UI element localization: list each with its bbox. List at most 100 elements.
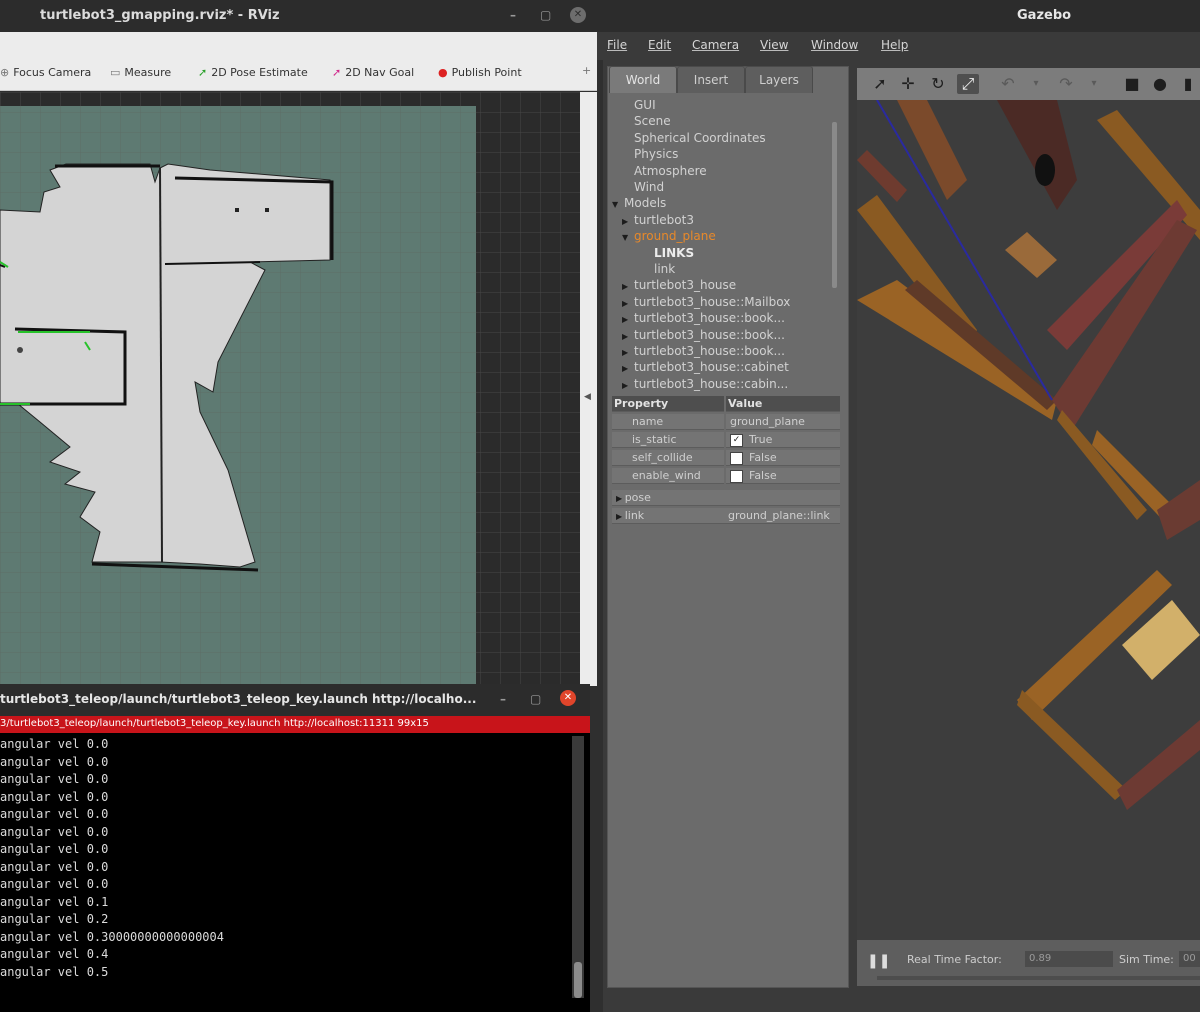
redo-icon[interactable]: ↷ [1055,74,1077,94]
tree-item[interactable]: ▶ turtlebot3_house::cabinet [622,360,789,374]
minimize-button[interactable]: – [510,8,516,22]
tree-item[interactable]: Physics [622,147,678,161]
property-checkbox[interactable] [730,469,743,483]
undo-dropdown-icon[interactable]: ▾ [1025,74,1047,94]
property-row[interactable]: self_collide False [612,450,840,467]
tree-item[interactable]: ▶ turtlebot3_house::book... [622,311,785,325]
expand-right-icon[interactable]: ▶ [622,348,634,357]
undo-icon[interactable]: ↶ [997,74,1019,94]
tool-label: Measure [124,66,172,79]
terminal-tab-bar: 3/turtlebot3_teleop/launch/turtlebot3_te… [0,716,590,733]
property-header: Property Value [612,396,840,413]
publish-point-tool[interactable]: ● Publish Point [438,66,522,79]
gazebo-3d-scene[interactable] [857,100,1200,940]
collapse-arrow-icon[interactable]: ◀ [584,392,591,402]
expand-right-icon[interactable]: ▶ [622,315,634,324]
house-model-render [857,100,1200,940]
tree-item[interactable]: Scene [622,114,671,128]
terminal-line: angular vel 0.2 [0,912,109,926]
tree-item[interactable]: ▶ turtlebot3_house::cabin... [622,377,788,391]
menu-window[interactable]: Window [811,38,858,52]
tree-item[interactable]: ▼ ground_plane [622,229,716,243]
tree-item[interactable]: ▶ turtlebot3_house::Mailbox [622,295,790,309]
tree-item[interactable]: Wind [622,180,664,194]
tree-item[interactable]: GUI [622,98,656,112]
property-row[interactable]: enable_wind False [612,468,840,485]
menu-help[interactable]: Help [881,38,908,52]
terminal-line: angular vel 0.0 [0,772,109,786]
terminal-line: angular vel 0.0 [0,737,109,751]
menu-camera[interactable]: Camera [692,38,739,52]
tree-item[interactable]: ▶ turtlebot3_house::book... [622,344,785,358]
tree-item[interactable]: ▶ turtlebot3_house [622,278,736,292]
scale-mode-icon[interactable]: ⤢ [957,74,979,94]
property-row[interactable]: name ground_plane [612,414,840,431]
menu-file[interactable]: File [607,38,627,52]
menu-edit[interactable]: Edit [648,38,671,52]
terminal-scrollbar[interactable] [572,736,584,998]
terminal-minimize-button[interactable]: – [500,692,506,706]
close-button[interactable]: ✕ [570,7,586,23]
tree-item[interactable]: ▶ turtlebot3_house::book... [622,328,785,342]
toolbar-overflow-icon[interactable]: + [582,64,591,77]
property-value-cell[interactable]: ground_plane [726,414,840,430]
tool-label: Publish Point [451,66,522,79]
expand-right-icon[interactable]: ▶ [622,282,634,291]
tab-insert[interactable]: Insert [677,66,745,93]
box-shape-icon[interactable]: ■ [1121,74,1143,94]
property-row[interactable]: ▶ pose [612,490,840,507]
menu-view[interactable]: View [760,38,788,52]
select-mode-icon[interactable]: ➚ [869,74,891,94]
property-row[interactable]: is_static ✓ True [612,432,840,449]
tree-item[interactable]: LINKS [642,246,694,260]
rotate-mode-icon[interactable]: ↻ [927,74,949,94]
property-value-cell[interactable]: ✓ True [726,432,840,448]
property-checkbox[interactable]: ✓ [730,433,743,447]
property-header-value: Value [726,396,840,412]
terminal-line: angular vel 0.0 [0,754,109,769]
expand-right-icon[interactable]: ▶ [622,364,634,373]
rviz-3d-view[interactable] [0,92,580,686]
tree-item[interactable]: ▼ Models [612,196,666,210]
expand-right-icon[interactable]: ▶ [622,381,634,390]
tree-item-label: LINKS [654,245,695,260]
gazebo-status-bar: ❚❚ Real Time Factor: 0.89 Sim Time: 00 [857,940,1200,986]
property-checkbox[interactable] [730,451,743,465]
translate-mode-icon[interactable]: ✛ [897,74,919,94]
nav-goal-tool[interactable]: ➚ 2D Nav Goal [332,66,414,79]
cylinder-shape-icon[interactable]: ▮ [1177,74,1199,94]
expand-down-icon[interactable]: ▼ [612,200,624,209]
redo-dropdown-icon[interactable]: ▾ [1083,74,1105,94]
tree-item[interactable]: link [642,262,675,276]
pose-estimate-tool[interactable]: ➚ 2D Pose Estimate [198,66,308,79]
measure-tool[interactable]: ▭ Measure [110,66,171,79]
tab-layers[interactable]: Layers [745,66,813,93]
expand-right-icon[interactable]: ▶ [616,512,625,521]
expand-right-icon[interactable]: ▶ [622,332,634,341]
expand-down-icon[interactable]: ▼ [622,233,634,242]
tree-item[interactable]: Spherical Coordinates [622,131,766,145]
terminal-line: angular vel 0.0 [0,789,109,804]
terminal-maximize-button[interactable]: ▢ [530,692,541,706]
terminal-close-button[interactable]: ✕ [560,690,576,706]
property-value-cell[interactable]: False [726,468,840,484]
sphere-shape-icon[interactable]: ● [1149,74,1171,94]
rviz-toolbar: ⊕ Focus Camera ▭ Measure ➚ 2D Pose Estimate… [0,56,597,91]
expand-right-icon[interactable]: ▶ [622,217,634,226]
tree-item-label: Wind [634,180,665,194]
expand-right-icon[interactable]: ▶ [616,494,625,503]
tool-label: 2D Nav Goal [345,66,415,79]
maximize-button[interactable]: ▢ [540,8,551,22]
tree-item[interactable]: ▶ turtlebot3 [622,213,694,227]
focus-camera-tool[interactable]: ⊕ Focus Camera [0,66,91,79]
terminal-scroll-thumb[interactable] [574,962,582,998]
rviz-scrollbar[interactable]: ◀ [580,92,597,686]
property-row[interactable]: ▶ link ground_plane::link [612,508,840,525]
pause-icon[interactable]: ❚❚ [867,953,890,969]
tree-item[interactable]: Atmosphere [622,164,707,178]
tree-scrollbar[interactable] [832,122,837,288]
tab-world[interactable]: World [609,66,677,93]
expand-right-icon[interactable]: ▶ [622,299,634,308]
tree-item-label: turtlebot3_house::cabin... [634,376,789,391]
property-value-cell[interactable]: False [726,450,840,466]
